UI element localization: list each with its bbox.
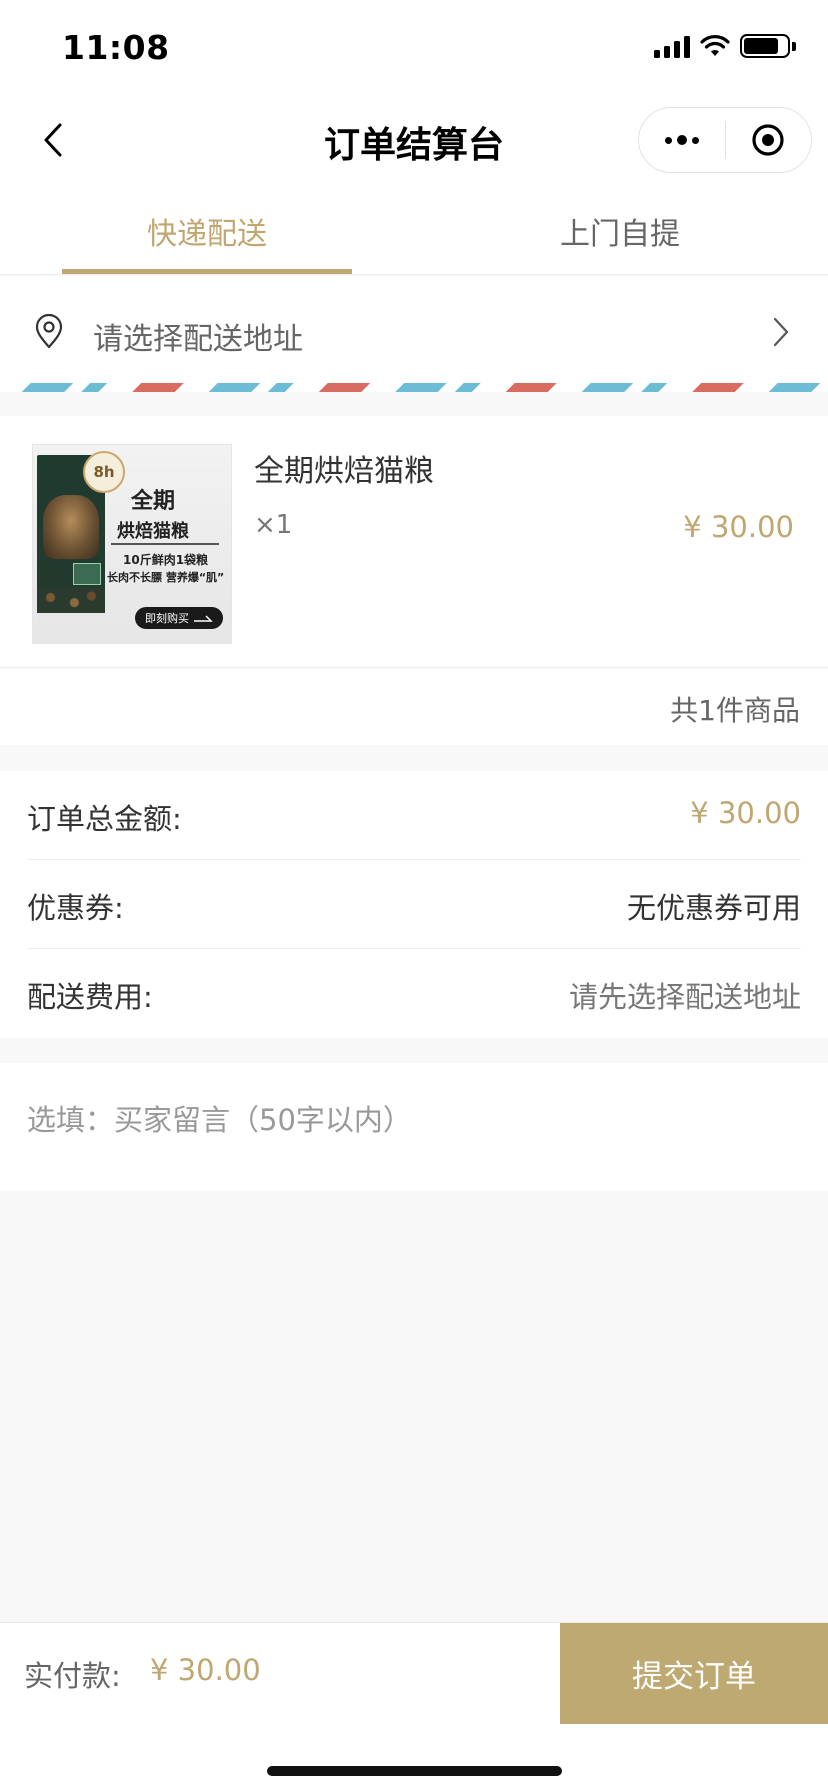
- pay-label: 实付款:: [24, 1659, 121, 1693]
- chevron-right-icon: [773, 317, 789, 347]
- status-icons: [654, 34, 796, 58]
- checkout-page: 11:08 订单结算台 快递配送 上门自提 请选择配送地址 8h 全期 烘焙猫粮…: [0, 0, 828, 1792]
- product-quantity: ×1: [254, 510, 293, 540]
- home-indicator[interactable]: [267, 1766, 562, 1776]
- buyer-message-section: [0, 1063, 828, 1191]
- item-count-row: 共1件商品: [0, 669, 828, 745]
- shipping-fee-row: 配送费用: 请先选择配送地址: [27, 949, 801, 1038]
- product-name: 全期烘焙猫粮: [254, 454, 434, 489]
- item-count: 共1件商品: [670, 694, 800, 727]
- tab-express-delivery[interactable]: 快递配送: [62, 209, 352, 253]
- signal-icon: [654, 34, 690, 58]
- product-item[interactable]: 8h 全期 烘焙猫粮 10斤鲜肉1袋粮 长肉不长膘 营养爆“肌” 即刻购买 全期…: [0, 416, 828, 668]
- coupon-label: 优惠券:: [27, 891, 124, 925]
- more-dots-icon: [664, 135, 699, 145]
- status-time: 11:08: [62, 28, 170, 67]
- order-total-value: ¥ 30.00: [690, 796, 801, 830]
- coupon-row[interactable]: 优惠券: 无优惠券可用: [27, 860, 801, 949]
- tab-self-pickup[interactable]: 上门自提: [475, 209, 765, 253]
- order-total-label: 订单总金额:: [27, 802, 182, 836]
- kibble-illustration: [37, 587, 105, 613]
- shipping-fee-label: 配送费用:: [27, 980, 153, 1014]
- submit-order-button[interactable]: 提交订单: [560, 1623, 828, 1724]
- image-heading-1: 全期: [131, 489, 176, 514]
- order-summary: 订单总金额: ¥ 30.00 优惠券: 无优惠券可用 配送费用: 请先选择配送地…: [0, 771, 828, 1038]
- product-image: 8h 全期 烘焙猫粮 10斤鲜肉1袋粮 长肉不长膘 营养爆“肌” 即刻购买: [32, 444, 232, 644]
- cat-illustration: [43, 495, 99, 559]
- arrow-right-icon: [194, 615, 213, 622]
- envelope-stripe-divider: [0, 383, 828, 392]
- address-selector[interactable]: 请选择配送地址: [0, 276, 828, 386]
- product-price: ¥ 30.00: [683, 510, 794, 544]
- image-badge: 8h: [83, 451, 125, 493]
- delivery-tabs: 快递配送 上门自提: [0, 185, 828, 275]
- nav-bar: 订单结算台: [0, 95, 828, 185]
- active-tab-indicator: [62, 269, 352, 274]
- mini-program-capsule: [638, 107, 812, 173]
- image-buy-tag: 即刻购买: [135, 607, 223, 629]
- more-button[interactable]: [639, 108, 725, 172]
- pay-amount: ¥ 30.00: [150, 1653, 261, 1687]
- wifi-icon: [700, 35, 730, 56]
- record-target-icon: [752, 124, 784, 156]
- address-placeholder: 请选择配送地址: [93, 322, 303, 357]
- image-buy-label: 即刻购买: [145, 612, 189, 625]
- close-miniprogram-button[interactable]: [726, 108, 812, 172]
- image-line-1: 10斤鲜肉1袋粮: [123, 553, 209, 567]
- image-heading-2: 烘焙猫粮: [117, 521, 189, 542]
- coupon-value: 无优惠券可用: [626, 891, 801, 925]
- buyer-message-input[interactable]: [27, 1103, 807, 1137]
- home-indicator-area: [0, 1724, 828, 1792]
- status-bar: 11:08: [0, 0, 828, 95]
- location-pin-icon: [35, 314, 63, 349]
- package-stat-badge: [73, 563, 101, 585]
- checkout-bottom-bar: 实付款: ¥ 30.00 提交订单: [0, 1622, 828, 1724]
- shipping-fee-value: 请先选择配送地址: [568, 980, 801, 1014]
- image-rule: [111, 543, 219, 545]
- image-line-2: 长肉不长膘 营养爆“肌”: [107, 571, 225, 584]
- order-total-row: 订单总金额: ¥ 30.00: [27, 771, 801, 860]
- battery-icon: [740, 34, 796, 58]
